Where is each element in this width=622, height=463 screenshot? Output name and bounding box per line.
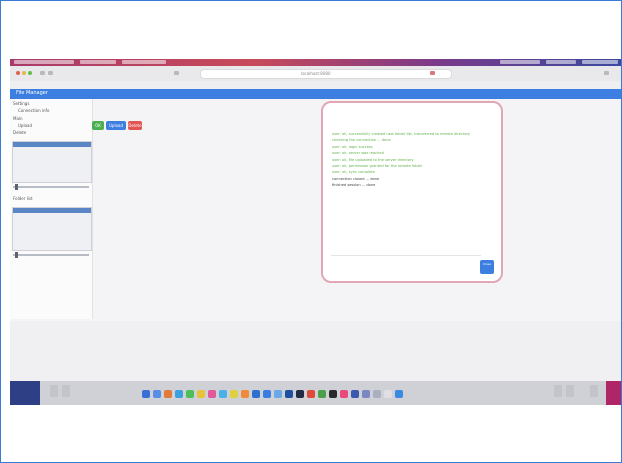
range-slider[interactable] bbox=[13, 184, 89, 190]
screenshot-frame: localhost:8080 File Manager Settings Con… bbox=[0, 0, 622, 463]
facetime-icon[interactable] bbox=[318, 390, 326, 398]
podcasts-icon[interactable] bbox=[340, 390, 348, 398]
finder-window-thumbnail[interactable] bbox=[62, 385, 70, 397]
slider-handle[interactable] bbox=[15, 184, 18, 190]
ok-button[interactable]: OK bbox=[92, 121, 104, 130]
back-icon[interactable] bbox=[40, 71, 45, 75]
sidebar: Settings Connection info Main Upload Del… bbox=[10, 99, 93, 319]
settings-icon[interactable] bbox=[252, 390, 260, 398]
app-title: File Manager bbox=[16, 90, 48, 96]
desktop-wallpaper bbox=[10, 381, 40, 405]
sidebar-item-settings[interactable]: Settings bbox=[13, 101, 29, 106]
mail-icon[interactable] bbox=[175, 390, 183, 398]
empty-page-area bbox=[10, 321, 621, 381]
address-text: localhost:8080 bbox=[301, 71, 331, 76]
console-icon[interactable] bbox=[329, 390, 337, 398]
keynote-icon[interactable] bbox=[351, 390, 359, 398]
panel-header bbox=[13, 142, 91, 147]
browser-toolbar: localhost:8080 bbox=[10, 66, 621, 82]
forward-icon[interactable] bbox=[48, 71, 53, 75]
downloads-stack-icon[interactable] bbox=[554, 385, 562, 397]
messages-icon[interactable] bbox=[186, 390, 194, 398]
xcode-icon[interactable] bbox=[274, 390, 282, 398]
documents-stack-icon[interactable] bbox=[566, 385, 574, 397]
chrome-icon[interactable] bbox=[263, 390, 271, 398]
close-window-icon[interactable] bbox=[16, 71, 20, 75]
sidebar-item-folder-list[interactable]: Folder list bbox=[13, 196, 33, 201]
panel-header bbox=[13, 208, 91, 213]
log-line: finished session ... done bbox=[332, 183, 376, 188]
log-output: user: ok, successfully created new folde… bbox=[332, 131, 492, 189]
screen-recording: localhost:8080 File Manager Settings Con… bbox=[10, 59, 621, 405]
macos-dock bbox=[40, 381, 606, 405]
range-slider[interactable] bbox=[13, 252, 89, 258]
sidebar-item-main[interactable]: Main bbox=[13, 116, 23, 121]
sidebar-item-connection[interactable]: Connection info bbox=[18, 108, 49, 113]
reload-icon[interactable] bbox=[174, 71, 179, 75]
browser-menu-icon[interactable] bbox=[604, 71, 609, 75]
finder-window-thumbnail[interactable] bbox=[50, 385, 58, 397]
delete-button[interactable]: Delete bbox=[128, 121, 142, 130]
photos-icon[interactable] bbox=[208, 390, 216, 398]
calendar-icon[interactable] bbox=[384, 390, 392, 398]
notes-icon[interactable] bbox=[197, 390, 205, 398]
finder-icon[interactable] bbox=[142, 390, 150, 398]
activity-monitor-icon[interactable] bbox=[296, 390, 304, 398]
dialog-divider bbox=[331, 255, 481, 256]
vscode-icon[interactable] bbox=[395, 390, 403, 398]
settings-panel bbox=[12, 141, 92, 183]
macos-menu-bar bbox=[10, 59, 621, 66]
app-header: File Manager bbox=[10, 89, 621, 99]
reminders-icon[interactable] bbox=[230, 390, 238, 398]
launchpad-icon[interactable] bbox=[153, 390, 161, 398]
extension-icon[interactable] bbox=[430, 71, 435, 75]
slider-handle[interactable] bbox=[15, 252, 18, 258]
maximize-window-icon[interactable] bbox=[28, 71, 32, 75]
upload-button[interactable]: Upload bbox=[106, 121, 126, 130]
preview-icon[interactable] bbox=[362, 390, 370, 398]
close-dialog-button[interactable]: Close bbox=[480, 260, 494, 274]
trash-icon[interactable] bbox=[590, 385, 598, 397]
appstore-icon[interactable] bbox=[219, 390, 227, 398]
music-icon[interactable] bbox=[307, 390, 315, 398]
desktop-wallpaper bbox=[606, 381, 621, 405]
textedit-icon[interactable] bbox=[373, 390, 381, 398]
macos-dock-area bbox=[10, 381, 621, 405]
address-bar[interactable]: localhost:8080 bbox=[200, 69, 452, 79]
pages-icon[interactable] bbox=[241, 390, 249, 398]
minimize-window-icon[interactable] bbox=[22, 71, 26, 75]
log-dialog: user: ok, successfully created new folde… bbox=[321, 101, 503, 283]
folder-panel bbox=[12, 207, 92, 251]
sidebar-item-upload[interactable]: Upload bbox=[18, 123, 32, 128]
safari-icon[interactable] bbox=[164, 390, 172, 398]
sidebar-item-delete[interactable]: Delete bbox=[13, 130, 26, 135]
terminal-icon[interactable] bbox=[285, 390, 293, 398]
